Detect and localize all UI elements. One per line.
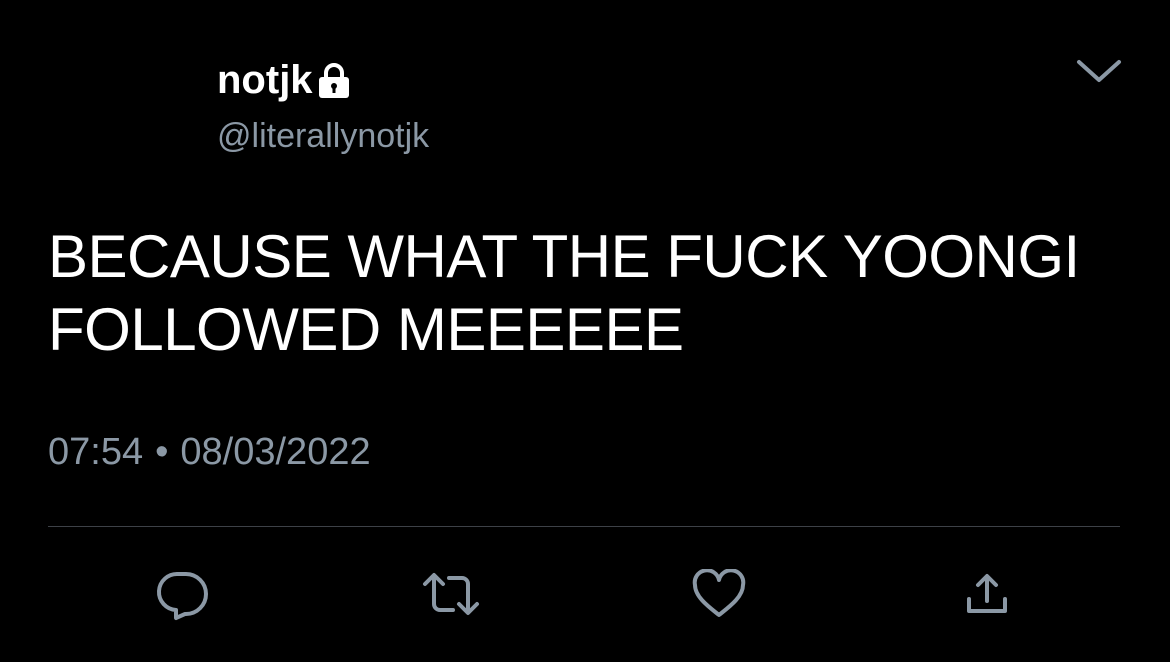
heart-icon [691, 569, 747, 619]
chevron-down-icon[interactable] [1074, 54, 1124, 86]
retweet-button[interactable] [421, 564, 481, 624]
divider [48, 526, 1120, 527]
tweet-text: BECAUSE WHAT THE FUCK YOONGI FOLLOWED ME… [48, 220, 1128, 366]
tweet-time: 07:54 [48, 431, 144, 473]
like-button[interactable] [689, 564, 749, 624]
lock-icon [317, 63, 351, 99]
meta-separator: • [155, 431, 169, 473]
user-handle[interactable]: @literallynotjk [217, 115, 429, 157]
tweet: notjk @literallynotjk BECAUSE WHAT THE F… [0, 0, 1170, 662]
tweet-text-line: BECAUSE WHAT THE FUCK YOONGI [48, 223, 1080, 290]
retweet-icon [421, 568, 481, 620]
share-button[interactable] [957, 564, 1017, 624]
reply-button[interactable] [152, 564, 212, 624]
author-row[interactable]: notjk [217, 56, 351, 104]
tweet-date: 08/03/2022 [180, 431, 371, 473]
share-icon [962, 569, 1012, 619]
tweet-timestamp[interactable]: 07:54 • 08/03/2022 [48, 428, 371, 476]
tweet-text-line: FOLLOWED MEEEEEE [48, 296, 684, 363]
reply-icon [154, 566, 210, 622]
display-name[interactable]: notjk [217, 56, 313, 104]
